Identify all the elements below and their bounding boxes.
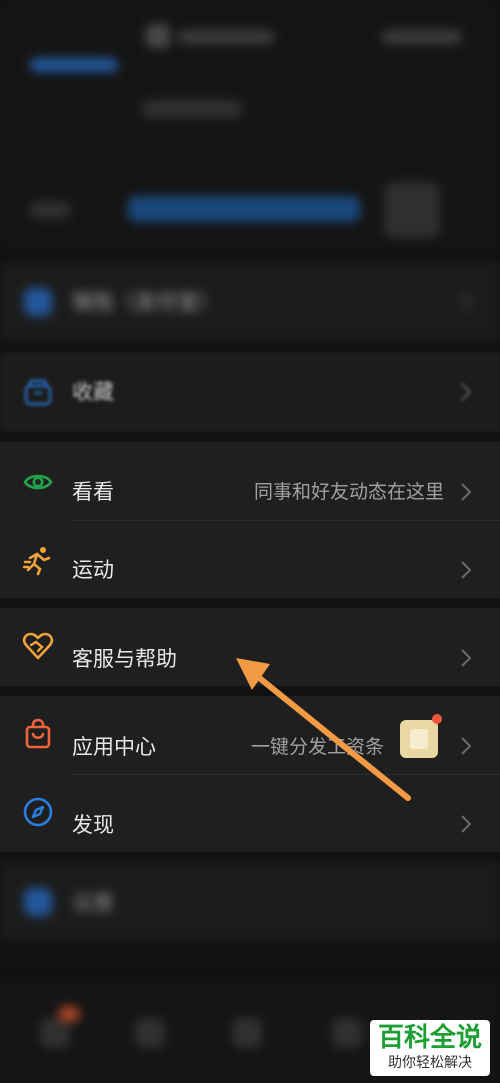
annotation-arrow: [236, 658, 411, 801]
watermark-logo: 百科全说 助你轻松解决: [370, 1020, 490, 1076]
watermark-subtitle: 助你轻松解决: [388, 1055, 472, 1071]
watermark-title: 百科全说: [377, 1023, 482, 1053]
